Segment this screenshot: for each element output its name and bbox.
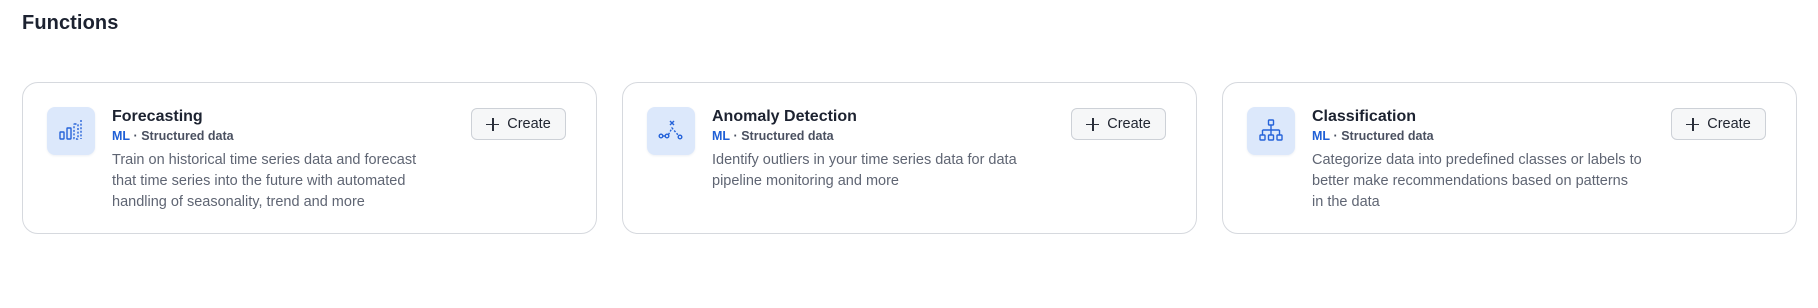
card-body: Classification ML · Structured data Cate… [1312, 106, 1642, 213]
function-cards: Forecasting ML · Structured data Train o… [22, 82, 1799, 234]
create-label: Create [1107, 116, 1151, 132]
card-body: Anomaly Detection ML · Structured data I… [712, 106, 1042, 192]
card-tag: ML [1312, 129, 1331, 143]
classification-tree-icon [1247, 107, 1295, 155]
card-title: Classification [1312, 108, 1417, 125]
card-description: Identify outliers in your time series da… [712, 152, 1017, 189]
card-tag: ML [112, 129, 131, 143]
forecasting-chart-icon [47, 107, 95, 155]
card-meta: ML · Structured data [1312, 128, 1642, 144]
functions-page: Functions Forecasting ML · Structured da… [0, 0, 1818, 308]
create-button-forecasting[interactable]: Create [471, 108, 566, 140]
card-meta: ML · Structured data [112, 128, 442, 144]
page-title: Functions [22, 12, 119, 34]
function-card-anomaly-detection: Anomaly Detection ML · Structured data I… [622, 82, 1197, 234]
card-tag: ML [712, 129, 731, 143]
function-card-classification: Classification ML · Structured data Cate… [1222, 82, 1797, 234]
create-button-classification[interactable]: Create [1671, 108, 1766, 140]
card-description: Categorize data into predefined classes … [1312, 152, 1642, 210]
plus-icon [1086, 117, 1100, 131]
plus-icon [486, 117, 500, 131]
card-title: Forecasting [112, 108, 203, 125]
card-meta: ML · Structured data [712, 128, 1042, 144]
function-card-forecasting: Forecasting ML · Structured data Train o… [22, 82, 597, 234]
meta-separator: · [1333, 129, 1338, 143]
card-description: Train on historical time series data and… [112, 152, 417, 210]
plus-icon [1686, 117, 1700, 131]
card-title: Anomaly Detection [712, 108, 857, 125]
create-label: Create [507, 116, 551, 132]
meta-separator: · [733, 129, 738, 143]
card-body: Forecasting ML · Structured data Train o… [112, 106, 442, 213]
create-label: Create [1707, 116, 1751, 132]
anomaly-detection-icon [647, 107, 695, 155]
card-kind: Structured data [741, 129, 834, 143]
meta-separator: · [133, 129, 138, 143]
card-kind: Structured data [141, 129, 234, 143]
card-kind: Structured data [1341, 129, 1434, 143]
create-button-anomaly-detection[interactable]: Create [1071, 108, 1166, 140]
